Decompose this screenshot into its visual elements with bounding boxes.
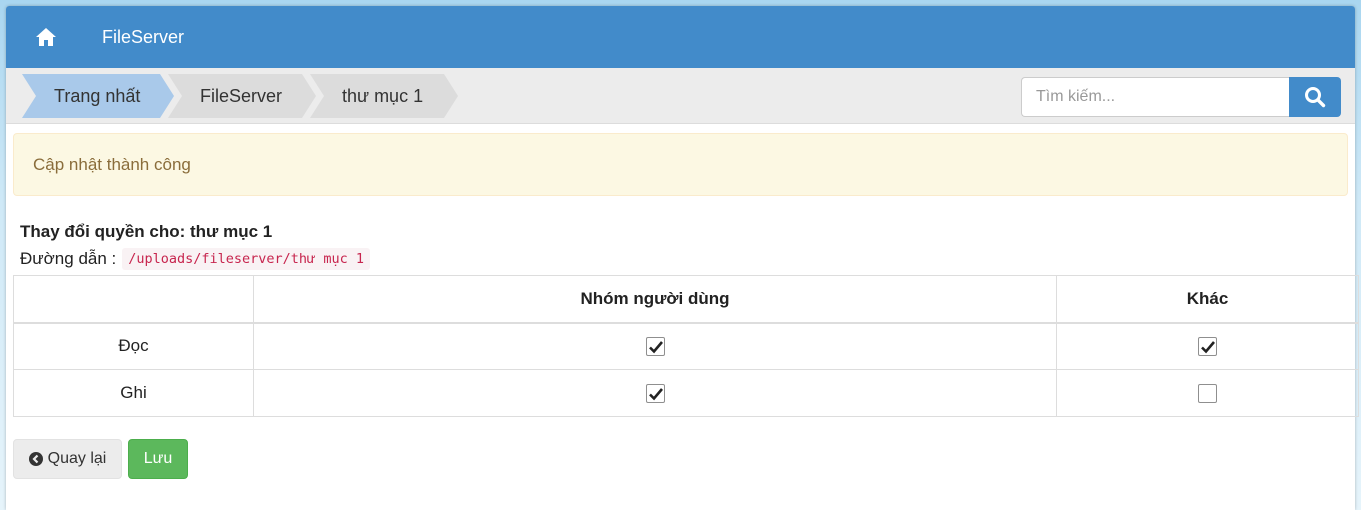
table-row: Ghi — [13, 369, 1359, 417]
search-form — [1021, 77, 1341, 117]
write-group-checkbox[interactable] — [645, 384, 665, 403]
column-header-other: Khác — [1056, 275, 1359, 324]
path-line: Đường dẫn : /uploads/fileserver/thư mục … — [20, 248, 370, 270]
chevron-left-circle-icon — [28, 452, 43, 466]
search-input[interactable] — [1021, 77, 1289, 117]
row-label-write: Ghi — [13, 369, 254, 417]
column-header-blank — [13, 275, 254, 324]
read-other-checkbox[interactable] — [1198, 337, 1217, 357]
breadcrumb-label: FileServer — [200, 86, 283, 106]
save-button-label: Lưu — [143, 450, 173, 467]
breadcrumb-item-fileserver[interactable]: FileServer — [168, 74, 316, 118]
save-button[interactable]: Lưu — [128, 439, 188, 479]
home-button[interactable] — [6, 6, 86, 68]
permissions-table: Nhóm người dùng Khác Đọc Ghi — [13, 275, 1359, 417]
cell-write-group — [253, 369, 1057, 417]
back-button[interactable]: Quay lại — [13, 439, 122, 479]
checkmark-icon — [1201, 341, 1215, 354]
home-icon — [36, 28, 56, 46]
path-label: Đường dẫn : — [20, 249, 117, 268]
cell-write-other — [1056, 369, 1359, 417]
breadcrumb-item-home[interactable]: Trang nhất — [22, 74, 174, 118]
breadcrumb-label: Trang nhất — [54, 86, 141, 106]
main-panel: FileServer Trang nhất FileServer thư mục… — [6, 6, 1355, 510]
path-value: /uploads/fileserver/thư mục 1 — [122, 248, 370, 270]
breadcrumb-label: thư mục 1 — [342, 86, 424, 106]
cell-read-group — [253, 322, 1057, 370]
table-row: Đọc — [13, 322, 1359, 370]
checkmark-icon — [648, 388, 663, 401]
search-icon — [1305, 87, 1326, 108]
table-header-row: Nhóm người dùng Khác — [13, 275, 1359, 324]
success-alert: Cập nhật thành công — [13, 133, 1348, 196]
read-group-checkbox[interactable] — [645, 337, 665, 357]
write-other-checkbox[interactable] — [1198, 384, 1217, 403]
brand-link[interactable]: FileServer — [102, 27, 184, 48]
cell-read-other — [1056, 322, 1359, 370]
page-title: Thay đổi quyền cho: thư mục 1 — [20, 222, 273, 241]
breadcrumb-item-folder[interactable]: thư mục 1 — [310, 74, 458, 118]
search-button[interactable] — [1289, 77, 1341, 117]
action-buttons: Quay lại Lưu — [13, 439, 188, 479]
top-navbar: FileServer — [6, 6, 1355, 68]
row-label-read: Đọc — [13, 322, 254, 370]
breadcrumb-bar: Trang nhất FileServer thư mục 1 — [6, 68, 1355, 124]
column-header-group: Nhóm người dùng — [253, 275, 1057, 324]
checkmark-icon — [648, 341, 663, 354]
back-button-label: Quay lại — [47, 450, 107, 467]
